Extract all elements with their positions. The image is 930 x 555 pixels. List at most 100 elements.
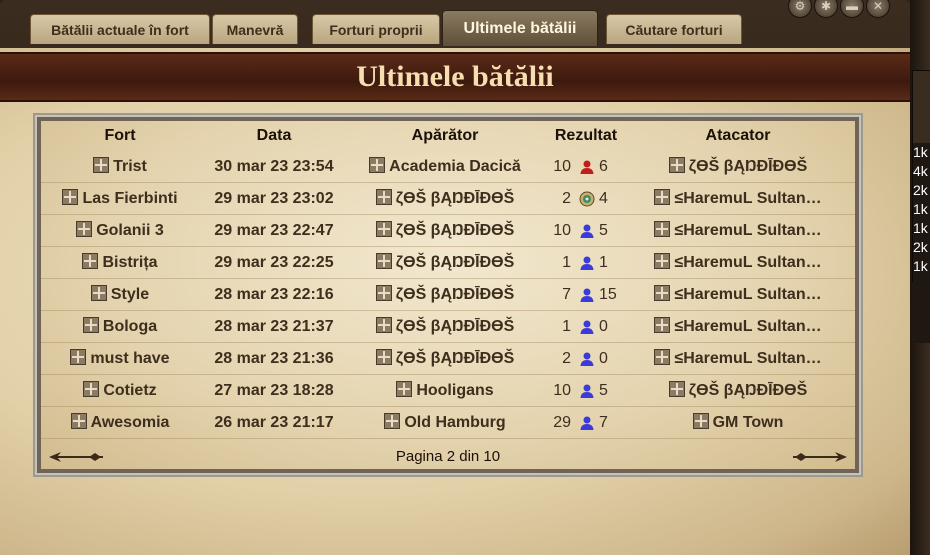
battle-date: 26 mar 23 21:17: [214, 414, 334, 431]
defender-count: 10: [553, 382, 571, 399]
table-footer: Pagina 2 din 10: [41, 442, 855, 472]
fort-icon: [375, 253, 392, 269]
attacker-count: 0: [599, 350, 608, 367]
attacker-alliance-link[interactable]: ≤HaremuL Sultan…: [631, 279, 845, 310]
blue-defender-icon: [580, 416, 594, 430]
fort-link[interactable]: Golanii 3: [41, 215, 199, 246]
battle-result[interactable]: 20: [541, 343, 631, 374]
battle-result[interactable]: 10: [541, 311, 631, 342]
table-body: Trist 30 mar 23 23:54 Academia Dacică 10 6 ζϴ…: [41, 151, 855, 439]
battle-result[interactable]: 10 5: [541, 215, 631, 246]
header-defender[interactable]: Apărător: [349, 121, 541, 151]
fort-icon: [654, 221, 671, 237]
fort-icon: [375, 349, 392, 365]
defender-alliance-link[interactable]: ζϴŠ βĄŊĐĪĐϴŠ: [349, 247, 541, 278]
side-list-item[interactable]: 4k: [913, 162, 930, 181]
attacker-alliance-link[interactable]: ≤HaremuL Sultan…: [631, 247, 845, 278]
defender-alliance-link[interactable]: ζϴŠ βĄŊĐĪĐϴŠ: [349, 215, 541, 246]
battle-date: 30 mar 23 23:54: [214, 158, 334, 175]
attacker-alliance-link[interactable]: ≤HaremuL Sultan…: [631, 215, 845, 246]
attacker-alliance-link[interactable]: ζϴŠ βĄŊĐĪĐϴŠ: [631, 375, 845, 406]
defender-count: 7: [562, 286, 571, 303]
battle-date: 29 mar 23 22:47: [214, 222, 334, 239]
fort-icon: [692, 413, 709, 429]
fort-icon: [654, 349, 671, 365]
defender-alliance-link[interactable]: Hooligans: [349, 375, 541, 406]
attacker-alliance-link[interactable]: GM Town: [631, 407, 845, 438]
fort-icon: [90, 285, 107, 301]
fort-icon: [82, 253, 99, 269]
fort-link[interactable]: Style: [41, 279, 199, 310]
battle-result[interactable]: 11: [541, 247, 631, 278]
defender-alliance-link[interactable]: ζϴŠ βĄŊĐĪĐϴŠ: [349, 311, 541, 342]
fort-icon: [375, 221, 392, 237]
fort-icon: [668, 381, 685, 397]
table-row: Bologa 28 mar 23 21:37 ζϴŠ βĄŊĐĪĐϴŠ 1 0 ≤Hare…: [41, 311, 855, 343]
page-title: Ultimele bătălii: [356, 60, 554, 93]
battles-table-frame: Fort Data Apărător Rezultat Atacator Tri…: [33, 113, 863, 477]
fort-link[interactable]: Bistrița: [41, 247, 199, 278]
battle-result[interactable]: 10 6: [541, 151, 631, 182]
side-list-item[interactable]: 1k: [913, 143, 930, 162]
side-list-item[interactable]: 1k: [913, 257, 930, 276]
fort-link[interactable]: Bologa: [41, 311, 199, 342]
blue-defender-icon: [580, 320, 594, 334]
table-row: Golanii 3 29 mar 23 22:47 ζϴŠ βĄŊĐĪĐϴŠ 10 5 ≤…: [41, 215, 855, 247]
battle-date: 28 mar 23 21:36: [214, 350, 334, 367]
blue-defender-icon: [580, 352, 594, 366]
header-result[interactable]: Rezultat: [541, 121, 631, 151]
battle-result[interactable]: 29 7: [541, 407, 631, 438]
header-attacker[interactable]: Atacator: [631, 121, 845, 151]
defender-count: 10: [553, 158, 571, 175]
defender-alliance-link[interactable]: ζϴŠ βĄŊĐĪĐϴŠ: [349, 343, 541, 374]
attacker-alliance-link[interactable]: ≤HaremuL Sultan…: [631, 311, 845, 342]
next-page-arrow-icon[interactable]: [789, 450, 849, 464]
side-list-item[interactable]: 2k: [913, 238, 930, 257]
header-fort[interactable]: Fort: [41, 121, 199, 151]
header-date[interactable]: Data: [199, 121, 349, 151]
attacker-count: 1: [599, 254, 608, 271]
defender-alliance-link[interactable]: Old Hamburg: [349, 407, 541, 438]
defender-alliance-link[interactable]: ζϴŠ βĄŊĐĪĐϴŠ: [349, 279, 541, 310]
defender-alliance-link[interactable]: ζϴŠ βĄŊĐĪĐϴŠ: [349, 183, 541, 214]
attacker-count: 4: [599, 190, 608, 207]
fort-icon: [375, 285, 392, 301]
fort-link[interactable]: Awesomia: [41, 407, 199, 438]
table-row: Style 28 mar 23 22:16 ζϴŠ βĄŊĐĪĐϴŠ 7 15 ≤Hare…: [41, 279, 855, 311]
battle-result[interactable]: 7 15: [541, 279, 631, 310]
attacker-count: 7: [599, 414, 608, 431]
fort-link[interactable]: Las Fierbinti: [41, 183, 199, 214]
side-list: 1k 4k 2k 1k 1k 2k 1k: [913, 143, 930, 343]
tab-current-battles[interactable]: Bătălii actuale în fort: [30, 14, 210, 44]
defender-count: 1: [562, 254, 571, 271]
attacker-count: 5: [599, 222, 608, 239]
fort-icon: [93, 157, 110, 173]
tab-own-forts[interactable]: Forturi proprii: [312, 14, 440, 44]
defender-count: 1: [562, 318, 571, 335]
attacker-alliance-link[interactable]: ≤HaremuL Sultan…: [631, 343, 845, 374]
table-header: Fort Data Apărător Rezultat Atacator: [41, 121, 855, 151]
attacker-alliance-link[interactable]: ζϴŠ βĄŊĐĪĐϴŠ: [631, 151, 845, 182]
fort-link[interactable]: Trist: [41, 151, 199, 182]
table-row: Trist 30 mar 23 23:54 Academia Dacică 10 6 ζϴ…: [41, 151, 855, 183]
defender-alliance-link[interactable]: Academia Dacică: [349, 151, 541, 182]
battle-result[interactable]: 24: [541, 183, 631, 214]
fort-link[interactable]: Cotietz: [41, 375, 199, 406]
fort-icon: [668, 157, 685, 173]
side-list-item[interactable]: 1k: [913, 219, 930, 238]
side-list-item[interactable]: 2k: [913, 181, 930, 200]
tab-recent-battles[interactable]: Ultimele bătălii: [442, 10, 598, 46]
battles-table: Fort Data Apărător Rezultat Atacator Tri…: [41, 121, 855, 469]
tab-fort-search[interactable]: Căutare forturi: [606, 14, 742, 44]
battle-result[interactable]: 10 5: [541, 375, 631, 406]
fort-icon: [70, 413, 87, 429]
table-row: Las Fierbinti 29 mar 23 23:02 ζϴŠ βĄŊĐĪĐϴŠ…: [41, 183, 855, 215]
tab-maneuver[interactable]: Manevră: [212, 14, 298, 44]
battle-date: 28 mar 23 21:37: [214, 318, 334, 335]
fort-icon: [369, 157, 386, 173]
side-list-item[interactable]: 1k: [913, 200, 930, 219]
fort-icon: [82, 317, 99, 333]
fort-link[interactable]: must have: [41, 343, 199, 374]
table-row: Bistrița 29 mar 23 22:25 ζϴŠ βĄŊĐĪĐϴŠ 1 1 ≤Ha…: [41, 247, 855, 279]
attacker-alliance-link[interactable]: ≤HaremuL Sultan…: [631, 183, 845, 214]
